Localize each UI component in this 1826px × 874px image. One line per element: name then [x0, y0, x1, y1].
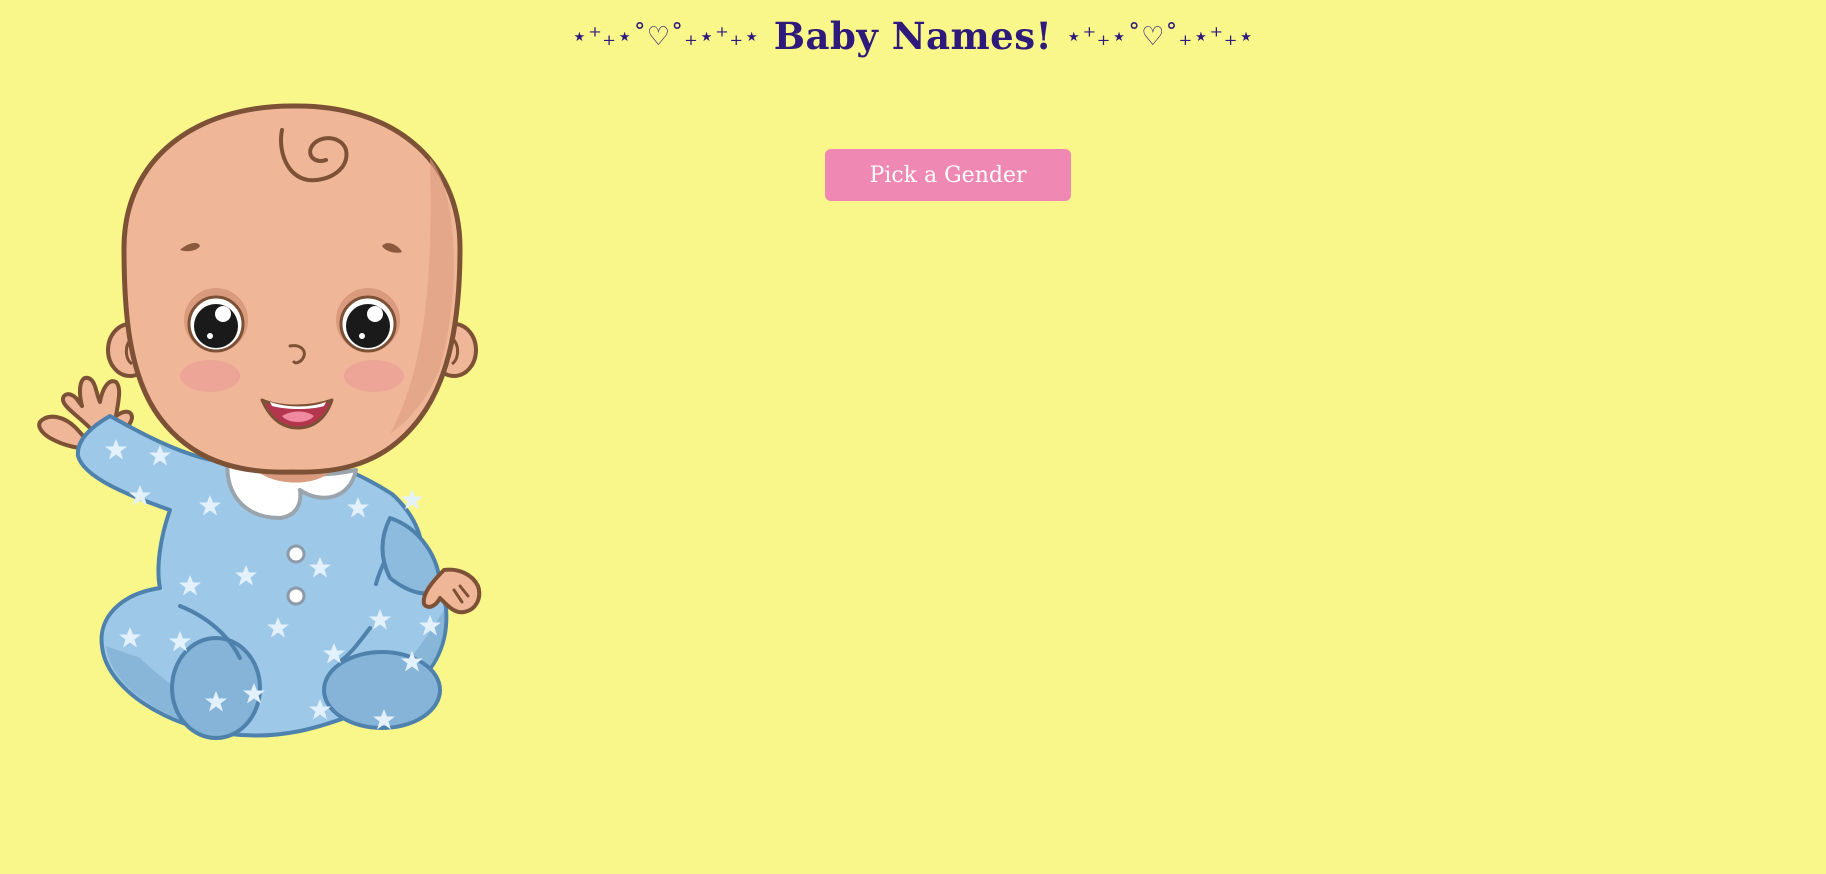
title-decoration-left: ⋆⁺₊⋆˚♡˚₊⋆⁺₊⋆ [571, 22, 761, 52]
pick-gender-button[interactable]: Pick a Gender [825, 149, 1071, 201]
page: ⋆⁺₊⋆˚♡˚₊⋆⁺₊⋆ Baby Names! ⋆⁺₊⋆˚♡˚₊⋆⁺₊⋆ Pi… [0, 0, 1826, 874]
page-title: ⋆⁺₊⋆˚♡˚₊⋆⁺₊⋆ Baby Names! ⋆⁺₊⋆˚♡˚₊⋆⁺₊⋆ [0, 14, 1826, 58]
title-decoration-right: ⋆⁺₊⋆˚♡˚₊⋆⁺₊⋆ [1065, 22, 1255, 52]
title-text: Baby Names! [773, 14, 1053, 58]
baby-icon [37, 103, 482, 740]
